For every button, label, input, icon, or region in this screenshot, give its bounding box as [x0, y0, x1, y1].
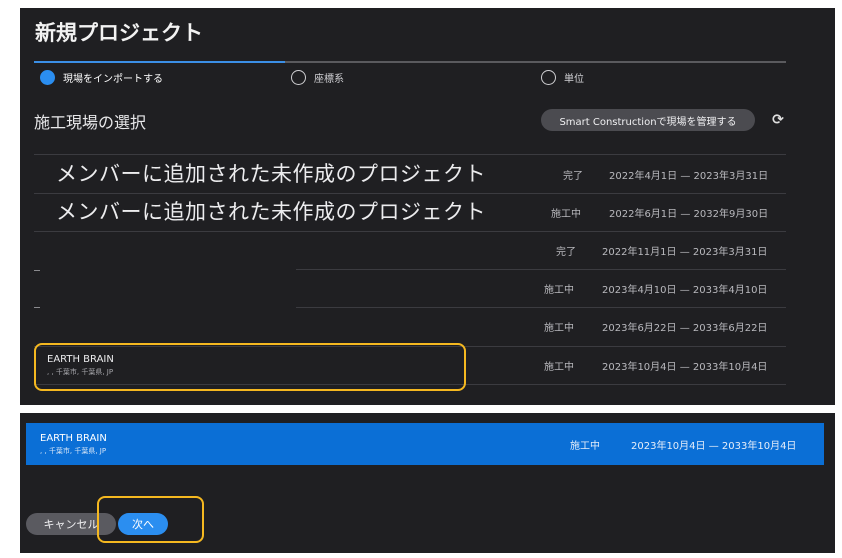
step-units[interactable]: 単位 — [541, 69, 584, 85]
manage-sites-button[interactable]: Smart Constructionで現場を管理する — [541, 109, 755, 131]
project-row[interactable]: メンバーに追加された未作成のプロジェクト 施工中 2022年6月1日 — 203… — [34, 193, 786, 231]
project-name: EARTH BRAIN — [47, 354, 114, 365]
new-project-dialog: 新規プロジェクト 現場をインポートする 座標系 単位 施工現場の選択 Smart… — [20, 8, 835, 405]
project-dates: 2022年4月1日 — 2023年3月31日 — [609, 170, 769, 182]
project-dates: 2023年10月4日 — 2033年10月4日 — [631, 440, 797, 452]
step-label: 単位 — [564, 73, 584, 85]
project-row[interactable]: EARTH BRAIN , , 千葉市, 千葉県, JP 施工中 2023年10… — [34, 346, 786, 384]
project-status: 完了 — [563, 170, 583, 182]
project-row[interactable]: メンバーに追加された未作成のプロジェクト 完了 2022年4月1日 — 2023… — [34, 155, 786, 193]
project-address: , , 千葉市, 千葉県, JP — [40, 447, 107, 455]
step-label: 現場をインポートする — [63, 73, 163, 85]
step-radio-icon — [291, 69, 306, 85]
refresh-icon[interactable]: ⟳ — [768, 110, 788, 130]
dialog-footer-panel: EARTH BRAIN , , 千葉市, 千葉県, JP 施工中 2023年10… — [20, 413, 835, 553]
project-dates: 2023年4月10日 — 2033年4月10日 — [602, 284, 768, 296]
project-dates: 2023年10月4日 — 2033年10月4日 — [602, 361, 768, 373]
step-import-site[interactable]: 現場をインポートする — [40, 69, 163, 85]
project-row[interactable]: 施工中 2023年4月10日 — 2033年4月10日 — [34, 269, 786, 307]
project-name: メンバーに追加された未作成のプロジェクト — [56, 200, 486, 224]
project-address: , , 千葉市, 千葉県, JP — [47, 368, 114, 376]
project-row[interactable]: 完了 2022年11月1日 — 2023年3月31日 — [34, 231, 786, 269]
project-status: 完了 — [556, 246, 576, 258]
step-coordinate-system[interactable]: 座標系 — [291, 69, 344, 85]
site-selection-heading: 施工現場の選択 — [34, 113, 147, 132]
step-radio-active-icon — [40, 69, 55, 85]
selected-project-row[interactable]: EARTH BRAIN , , 千葉市, 千葉県, JP 施工中 2023年10… — [26, 423, 824, 465]
row-divider — [34, 384, 786, 385]
project-dates: 2022年6月1日 — 2032年9月30日 — [609, 208, 769, 220]
project-name: EARTH BRAIN — [40, 433, 107, 444]
dialog-title: 新規プロジェクト — [35, 21, 203, 45]
step-radio-icon — [541, 69, 556, 85]
stepper-progress — [34, 61, 285, 63]
project-status: 施工中 — [570, 440, 600, 452]
project-dates: 2023年6月22日 — 2033年6月22日 — [602, 322, 768, 334]
next-button[interactable]: 次へ — [118, 513, 168, 535]
project-status: 施工中 — [544, 284, 574, 296]
step-label: 座標系 — [314, 73, 344, 85]
project-status: 施工中 — [544, 361, 574, 373]
project-name: メンバーに追加された未作成のプロジェクト — [56, 162, 486, 186]
project-status: 施工中 — [551, 208, 581, 220]
cancel-button[interactable]: キャンセル — [26, 513, 116, 535]
project-status: 施工中 — [544, 322, 574, 334]
project-row[interactable]: 施工中 2023年6月22日 — 2033年6月22日 — [34, 307, 786, 345]
project-dates: 2022年11月1日 — 2023年3月31日 — [602, 246, 768, 258]
